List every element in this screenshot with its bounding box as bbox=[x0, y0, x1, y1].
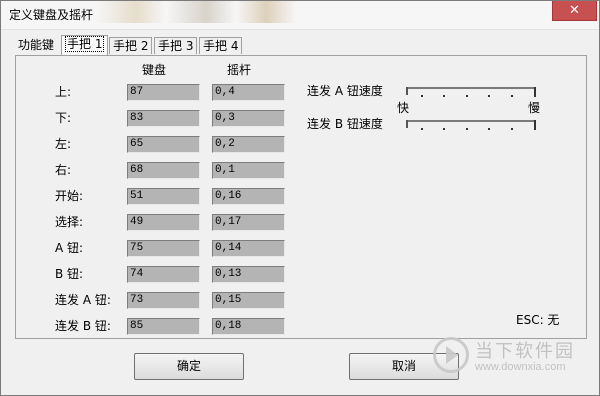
watermark-url: www.downxia.com bbox=[475, 361, 566, 373]
slider-tick bbox=[511, 128, 513, 130]
keyboard-field-down[interactable]: 83 bbox=[127, 110, 200, 127]
slider-tick bbox=[488, 128, 490, 130]
joystick-field-start[interactable]: 0,16 bbox=[212, 188, 285, 205]
slow-label: 慢 bbox=[528, 101, 541, 115]
joystick-field-a-button[interactable]: 0,14 bbox=[212, 240, 285, 257]
watermark-logo-icon bbox=[433, 337, 469, 373]
row-label-right: 右: bbox=[55, 163, 72, 177]
turbo-a-speed-label: 连发 A 钮速度 bbox=[307, 84, 383, 98]
keyboard-field-select[interactable]: 49 bbox=[127, 214, 200, 231]
row-label-up: 上: bbox=[55, 85, 72, 99]
title-bar: 定义键盘及摇杆 ✕ bbox=[1, 1, 599, 30]
joystick-column-header: 摇杆 bbox=[227, 63, 252, 77]
slider-tick bbox=[443, 95, 445, 97]
joystick-field-select[interactable]: 0,17 bbox=[212, 214, 285, 231]
keyboard-column-header: 键盘 bbox=[142, 63, 167, 77]
slider-thumb[interactable] bbox=[406, 120, 408, 128]
keyboard-joystick-dialog: 定义键盘及摇杆 ✕ 功能键 手把 1 手把 2 手把 3 手把 4 键盘 摇杆 … bbox=[0, 0, 600, 396]
turbo-b-speed-label: 连发 B 钮速度 bbox=[307, 117, 383, 131]
joystick-field-turbo-b[interactable]: 0,18 bbox=[212, 318, 285, 335]
row-label-down: 下: bbox=[55, 111, 72, 125]
tab-controller-3[interactable]: 手把 3 bbox=[154, 37, 198, 54]
slider-tick bbox=[443, 128, 445, 130]
keyboard-field-turbo-b[interactable]: 85 bbox=[127, 318, 200, 335]
slider-tick bbox=[421, 128, 423, 130]
joystick-field-down[interactable]: 0,3 bbox=[212, 110, 285, 127]
slider-tick bbox=[511, 95, 513, 97]
keyboard-field-up[interactable]: 87 bbox=[127, 84, 200, 101]
window-title: 定义键盘及摇杆 bbox=[9, 8, 94, 22]
row-label-a-button: A 钮: bbox=[55, 241, 84, 255]
tab-label: 手把 1 bbox=[65, 36, 105, 52]
tab-label: 手把 4 bbox=[203, 39, 239, 53]
row-label-turbo-b: 连发 B 钮: bbox=[55, 319, 111, 333]
tab-controller-2[interactable]: 手把 2 bbox=[109, 37, 153, 54]
esc-status-text: ESC: 无 bbox=[516, 313, 560, 327]
tab-label: 功能键 bbox=[18, 38, 55, 52]
row-label-select: 选择: bbox=[55, 215, 84, 229]
title-bar-blur bbox=[96, 1, 296, 23]
watermark: 当下软件园 www.downxia.com bbox=[433, 335, 583, 383]
tab-label: 手把 3 bbox=[158, 39, 194, 53]
slider-tick bbox=[488, 95, 490, 97]
joystick-field-left[interactable]: 0,2 bbox=[212, 136, 285, 153]
slider-tick bbox=[466, 95, 468, 97]
slider-thumb[interactable] bbox=[406, 87, 408, 95]
close-button[interactable]: ✕ bbox=[552, 1, 597, 21]
tab-controller-1[interactable]: 手把 1 bbox=[61, 35, 109, 55]
row-label-turbo-a: 连发 A 钮: bbox=[55, 293, 111, 307]
slider-tick bbox=[466, 128, 468, 130]
keyboard-field-right[interactable]: 68 bbox=[127, 162, 200, 179]
slider-tick bbox=[421, 95, 423, 97]
joystick-field-b-button[interactable]: 0,13 bbox=[212, 266, 285, 283]
ok-button[interactable]: 确定 bbox=[134, 353, 244, 380]
row-label-start: 开始: bbox=[55, 189, 84, 203]
slider-track bbox=[406, 87, 536, 89]
keyboard-field-b-button[interactable]: 74 bbox=[127, 266, 200, 283]
slider-end-tick bbox=[534, 87, 536, 97]
keyboard-field-start[interactable]: 51 bbox=[127, 188, 200, 205]
tab-label: 手把 2 bbox=[113, 39, 149, 53]
keyboard-field-left[interactable]: 65 bbox=[127, 136, 200, 153]
joystick-field-turbo-a[interactable]: 0,15 bbox=[212, 292, 285, 309]
keyboard-field-a-button[interactable]: 75 bbox=[127, 240, 200, 257]
row-label-left: 左: bbox=[55, 137, 72, 151]
tab-function-keys[interactable]: 功能键 bbox=[15, 37, 57, 54]
slider-track bbox=[406, 120, 536, 122]
turbo-b-speed-slider[interactable] bbox=[406, 120, 538, 134]
fast-label: 快 bbox=[397, 101, 410, 115]
turbo-a-speed-slider[interactable] bbox=[406, 87, 538, 101]
joystick-field-right[interactable]: 0,1 bbox=[212, 162, 285, 179]
slider-end-tick bbox=[534, 120, 536, 130]
watermark-name: 当下软件园 bbox=[475, 341, 575, 362]
row-label-b-button: B 钮: bbox=[55, 267, 84, 281]
joystick-field-up[interactable]: 0,4 bbox=[212, 84, 285, 101]
keyboard-field-turbo-a[interactable]: 73 bbox=[127, 292, 200, 309]
tab-controller-4[interactable]: 手把 4 bbox=[199, 37, 243, 54]
